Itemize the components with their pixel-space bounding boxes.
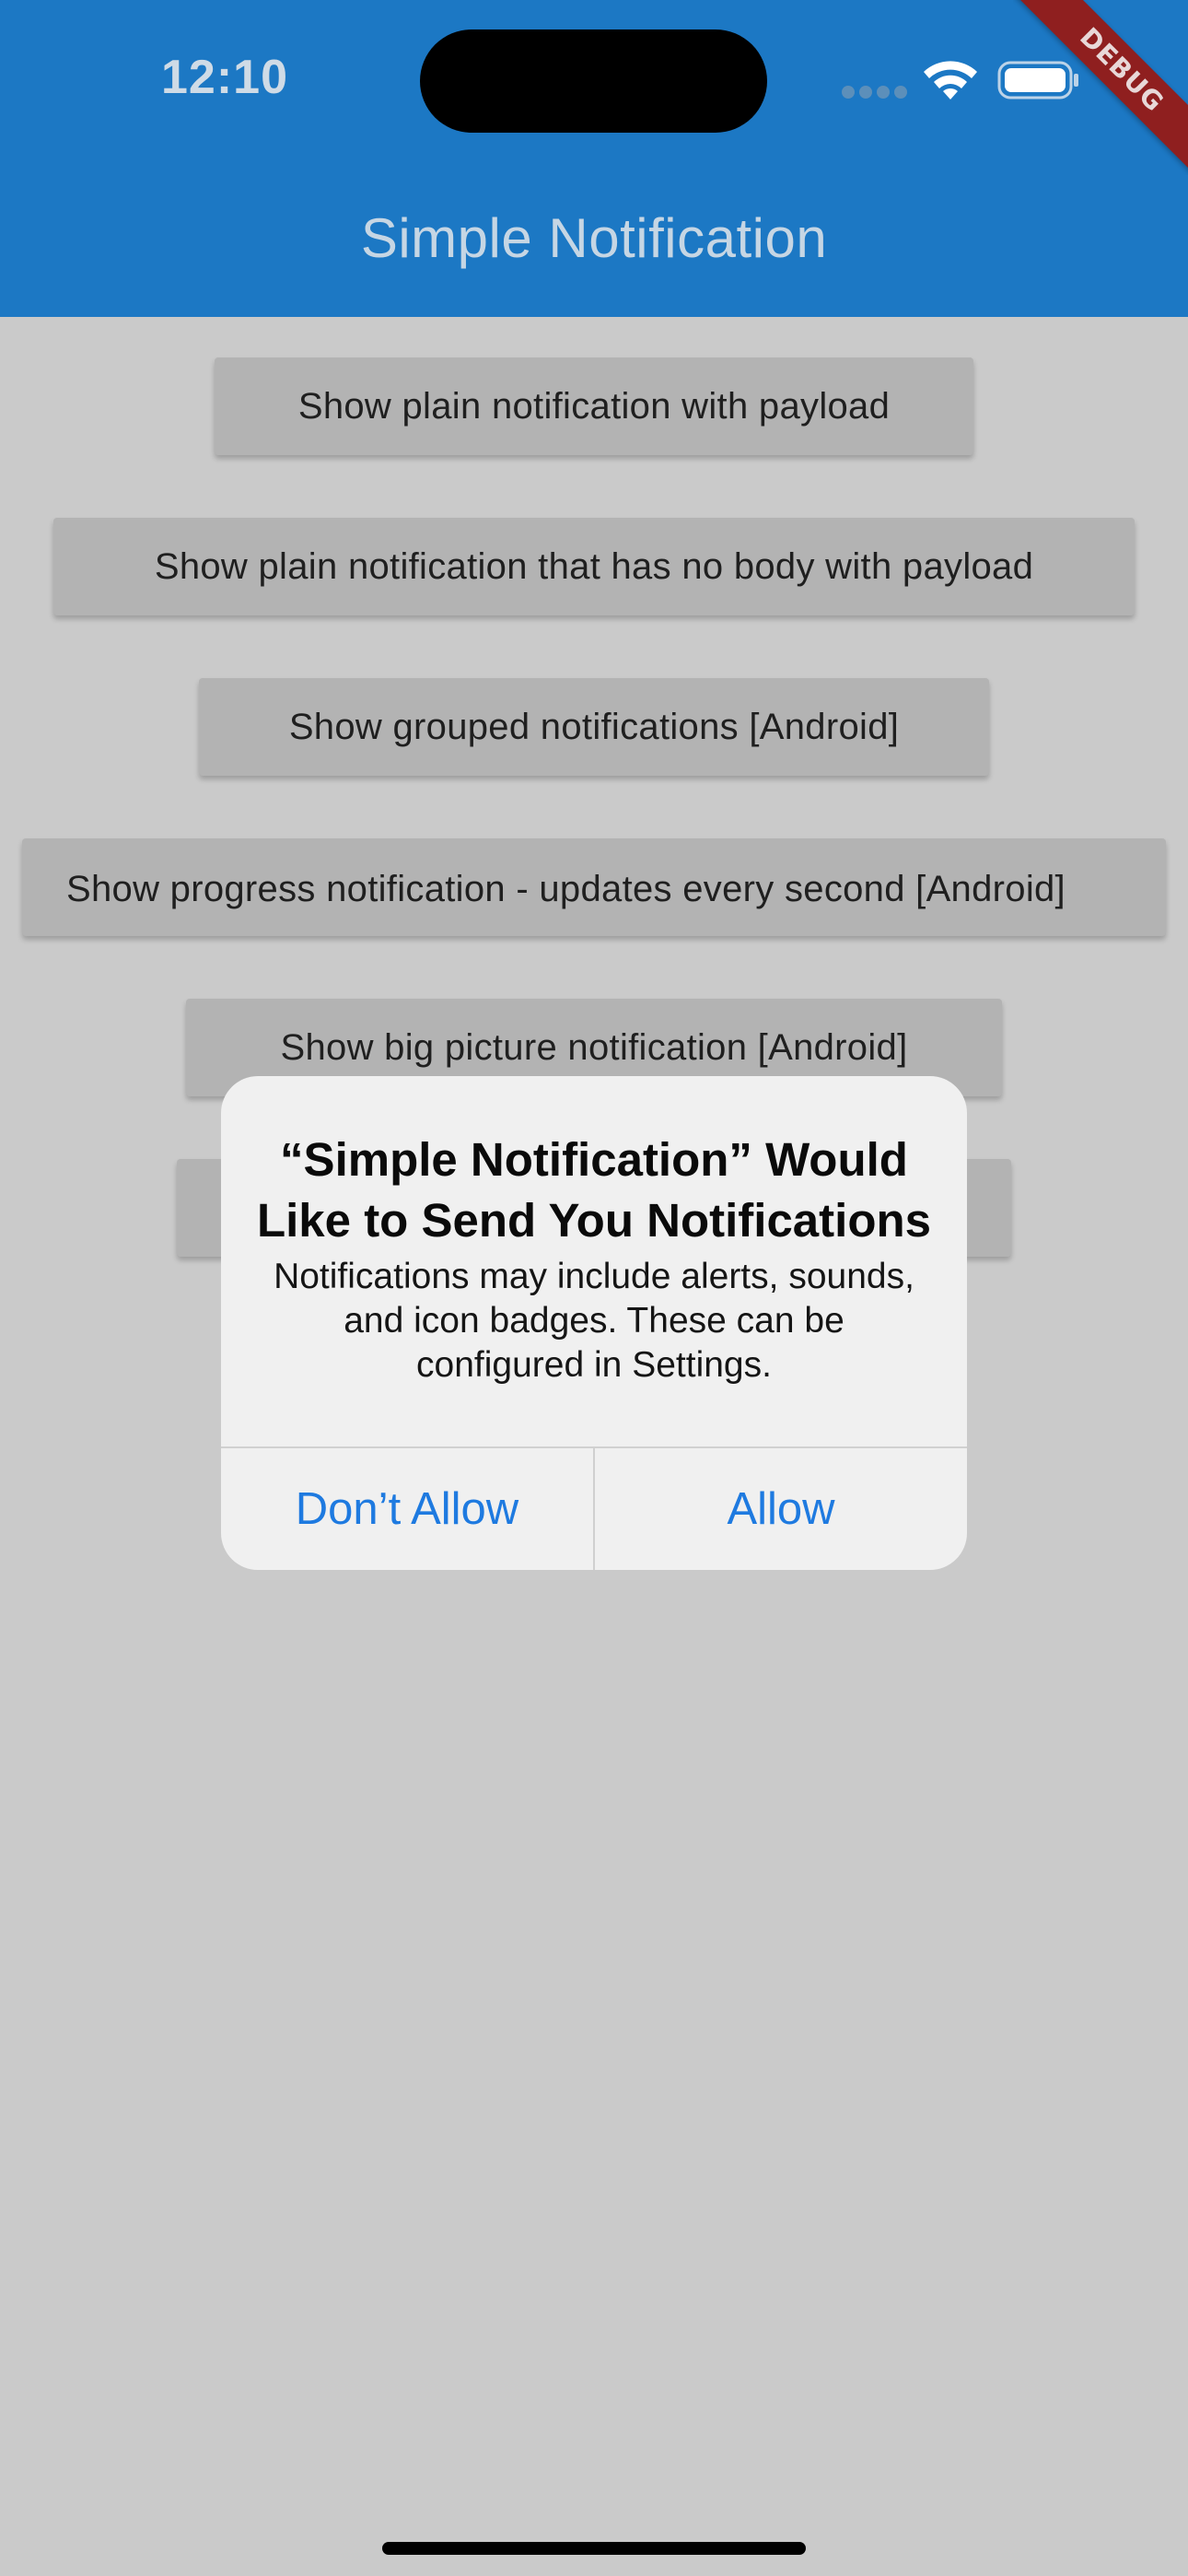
allow-button[interactable]: Allow [595, 1448, 967, 1570]
status-time: 12:10 [161, 51, 288, 104]
dont-allow-button[interactable]: Don’t Allow [221, 1448, 593, 1570]
home-indicator[interactable] [382, 2542, 806, 2555]
app-title: Simple Notification [360, 207, 828, 269]
debug-banner: DEBUG [1013, 0, 1188, 175]
show-progress-notification-button[interactable]: Show progress notification - updates eve… [22, 838, 1166, 936]
show-progress-notification-label: Show progress notification - updates eve… [66, 869, 1066, 909]
show-plain-notification-no-body-button[interactable]: Show plain notification that has no body… [53, 518, 1135, 615]
show-plain-notification-button[interactable]: Show plain notification with payload [215, 357, 973, 455]
notification-permission-dialog: “Simple Notification” Would Like to Send… [221, 1076, 967, 1570]
cellular-signal-icon [842, 86, 908, 99]
debug-banner-label: DEBUG [1015, 0, 1188, 175]
dynamic-island [420, 29, 767, 133]
app-bar: 12:10 Simple Notification [0, 0, 1188, 317]
dialog-message: Notifications may include alerts, sounds… [274, 1257, 914, 1385]
show-grouped-notifications-button[interactable]: Show grouped notifications [Android] [199, 678, 989, 776]
dialog-title: “Simple Notification” Would Like to Send… [256, 1133, 931, 1247]
wifi-icon [924, 61, 977, 100]
